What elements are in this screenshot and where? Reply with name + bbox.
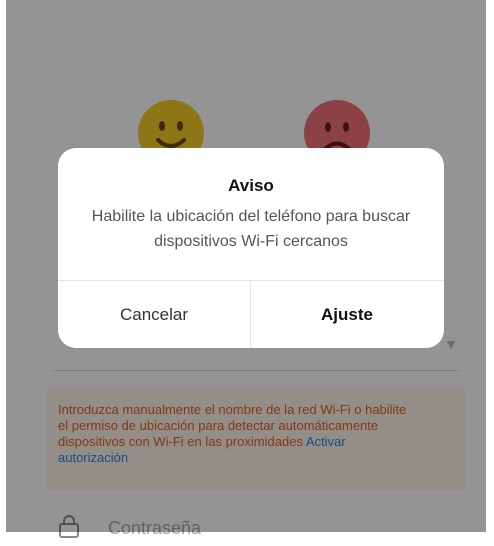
- dialog-message: Habilite la ubicación del teléfono para …: [91, 208, 411, 250]
- screen: ▼ Introduzca manualmente el nombre de la…: [0, 0, 494, 538]
- dialog-title: Aviso: [228, 176, 274, 195]
- dialog-button-bar: Cancelar Ajuste: [58, 280, 444, 348]
- cancel-button[interactable]: Cancelar: [58, 281, 251, 348]
- screen-edge-right: [486, 0, 494, 532]
- settings-button[interactable]: Ajuste: [251, 281, 443, 348]
- location-permission-dialog: Aviso Habilite la ubicación del teléfono…: [58, 148, 444, 348]
- screen-edge-left: [0, 0, 6, 532]
